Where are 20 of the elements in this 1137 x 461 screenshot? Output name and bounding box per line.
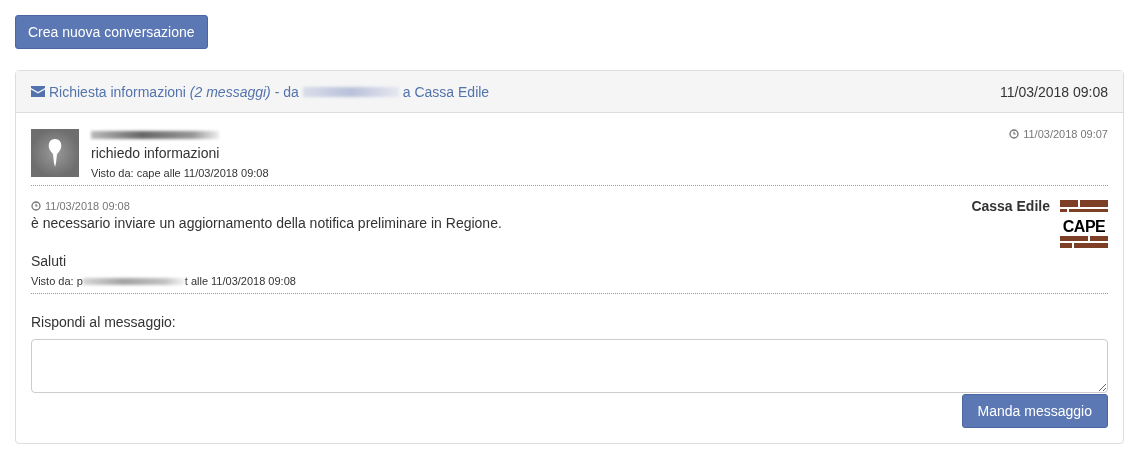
seen-by-text: Visto da: p <box>31 275 83 287</box>
new-conversation-button[interactable]: Crea nuova conversazione <box>15 15 208 49</box>
brick-logo: CAPE <box>1060 200 1108 248</box>
recipient-text: a Cassa Edile <box>402 83 490 100</box>
closing-text: Saluti <box>31 253 68 269</box>
message-text: richiedo informazioni <box>91 145 221 161</box>
sender-name: Cassa Edile <box>971 198 1050 216</box>
message-time: 11/03/2018 09:08 <box>45 200 130 212</box>
envelope-icon <box>31 86 45 97</box>
reply-label: Rispondi al messaggio: <box>31 314 177 330</box>
seen-by-text: Visto da: cape alle 11/03/2018 09:08 <box>91 167 270 179</box>
clock-icon <box>31 201 41 211</box>
conversation-title-link[interactable]: Richiesta informazioni (2 messaggi) - da <box>49 83 299 100</box>
send-message-button[interactable]: Manda messaggio <box>961 394 1108 428</box>
conversation-date: 11/03/2018 09:08 <box>1000 83 1108 100</box>
clock-icon <box>1009 129 1020 139</box>
message-text: è necessario inviare un aggiornamento della notifica preliminare in Regione. <box>31 215 503 231</box>
message-time: 11/03/2018 09:07 <box>1023 128 1108 140</box>
avatar-icon <box>31 129 79 177</box>
seen-by-text: t alle 11/03/2018 09:08 <box>184 275 296 287</box>
